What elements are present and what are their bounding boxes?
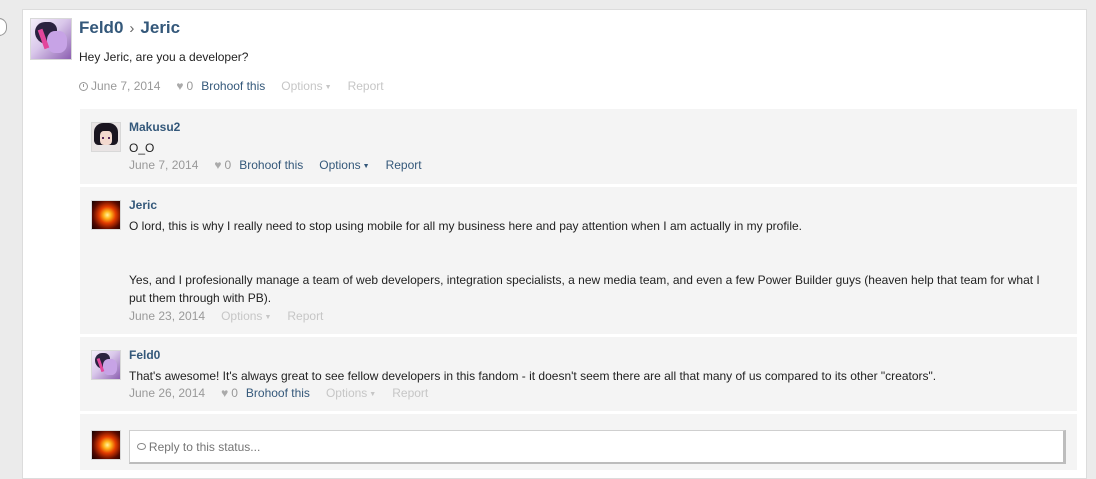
comment-item: Jeric O lord, this is why I really need …: [80, 187, 1077, 334]
options-dropdown[interactable]: Options ▼: [326, 386, 376, 400]
edge-control: [0, 18, 7, 36]
comment-text: O_O: [129, 141, 155, 155]
clock-icon: [79, 81, 88, 91]
comment-meta: June 26, 2014 ♥ 0 Brohoof this Options ▼ R…: [129, 386, 428, 400]
status-author-link[interactable]: Feld0: [79, 18, 123, 37]
avatar-makusu2[interactable]: [91, 122, 121, 152]
comment-item: Feld0 That's awesome! It's always great …: [80, 337, 1077, 411]
comment-meta: June 23, 2014 Options ▼ Report: [129, 309, 323, 323]
comment-meta: June 7, 2014 ♥ 0 Brohoof this Options ▼ Re…: [129, 158, 422, 172]
avatar-current-user: [91, 430, 121, 460]
comment-text: O lord, this is why I really need to sto…: [129, 219, 1040, 305]
status-card: Feld0 › Jeric Hey Jeric, are you a develop…: [22, 9, 1087, 479]
speech-bubble-icon: [137, 443, 146, 450]
avatar-feld0[interactable]: [30, 18, 72, 60]
comment-text: That's awesome! It's always great to see…: [129, 369, 937, 383]
heart-icon: ♥: [214, 158, 222, 172]
comment-author-link[interactable]: Jeric: [129, 198, 157, 212]
reply-row: [80, 414, 1077, 470]
options-dropdown[interactable]: Options ▼: [281, 79, 331, 93]
brohoof-button[interactable]: Brohoof this: [246, 386, 310, 400]
comment-date[interactable]: June 7, 2014: [129, 158, 198, 172]
status-text: Hey Jeric, are you a developer?: [79, 50, 249, 64]
status-header: Feld0 › Jeric: [79, 18, 180, 38]
avatar-jeric[interactable]: [91, 200, 121, 230]
brohoof-button[interactable]: Brohoof this: [201, 79, 265, 93]
options-dropdown[interactable]: Options ▼: [319, 158, 369, 172]
caret-down-icon: ▼: [324, 84, 332, 91]
brohoof-button[interactable]: Brohoof this: [239, 158, 303, 172]
caret-down-icon: ▼: [362, 163, 370, 170]
chevron-right-icon: ›: [129, 20, 135, 37]
comment-date[interactable]: June 23, 2014: [129, 309, 205, 323]
options-dropdown[interactable]: Options ▼: [221, 309, 271, 323]
caret-down-icon: ▼: [264, 314, 272, 321]
comment-author-link[interactable]: Feld0: [129, 348, 160, 362]
report-link[interactable]: Report: [287, 309, 323, 323]
report-link[interactable]: Report: [386, 158, 422, 172]
report-link[interactable]: Report: [392, 386, 428, 400]
comment-author-link[interactable]: Makusu2: [129, 120, 180, 134]
comment-item: Makusu2 O_O June 7, 2014 ♥ 0 Brohoof this…: [80, 109, 1077, 184]
heart-icon: ♥: [176, 79, 184, 93]
reply-input[interactable]: [145, 439, 1063, 454]
comment-date[interactable]: June 26, 2014: [129, 386, 205, 400]
like-count: ♥ 0: [214, 158, 232, 172]
report-link[interactable]: Report: [348, 79, 384, 93]
status-meta: June 7, 2014 ♥ 0 Brohoof this Options ▼ Re…: [79, 79, 384, 93]
heart-icon: ♥: [221, 386, 229, 400]
status-date[interactable]: June 7, 2014: [91, 79, 160, 93]
like-count: ♥ 0: [221, 386, 238, 400]
reply-box[interactable]: [129, 430, 1066, 464]
like-count: ♥ 0: [176, 79, 194, 93]
comment-list: Makusu2 O_O June 7, 2014 ♥ 0 Brohoof this…: [80, 109, 1077, 473]
status-target-link[interactable]: Jeric: [140, 18, 180, 37]
avatar-feld0[interactable]: [91, 350, 121, 380]
caret-down-icon: ▼: [369, 391, 377, 398]
